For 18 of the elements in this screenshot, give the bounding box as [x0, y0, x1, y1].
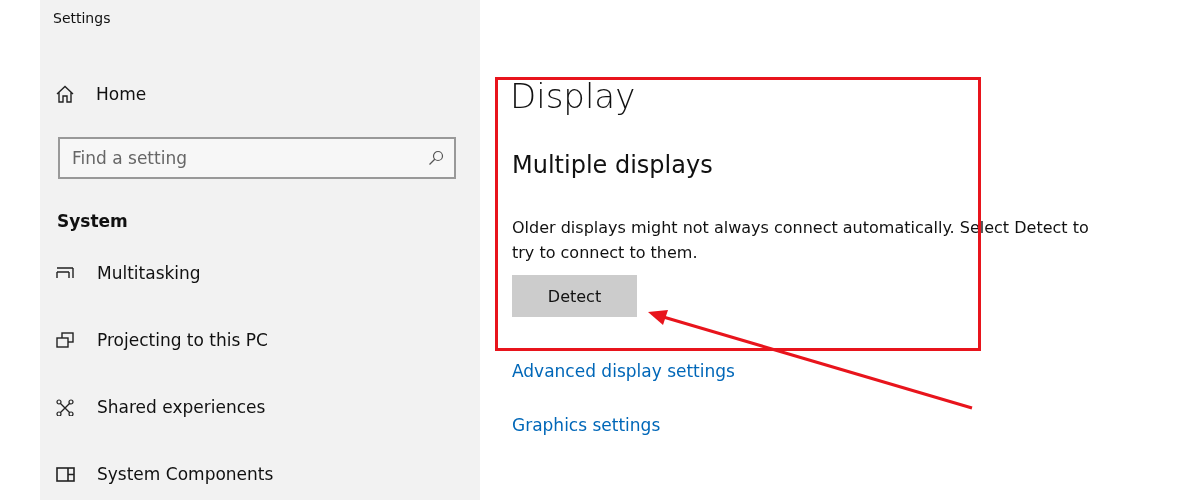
home-link[interactable]: Home	[56, 81, 480, 107]
window-panels-icon	[56, 465, 75, 483]
section-title: Multiple displays	[512, 151, 713, 179]
sidebar-item[interactable]: Shared experiences	[56, 394, 480, 420]
home-icon	[56, 85, 74, 103]
search-icon	[428, 150, 444, 166]
settings-link[interactable]: Advanced display settings	[512, 361, 735, 381]
search-field[interactable]: Find a setting	[58, 137, 456, 179]
sidebar-item[interactable]: Multitasking	[56, 260, 480, 286]
sidebar-item[interactable]: Projecting to this PC	[56, 327, 480, 353]
page-title: Display	[510, 75, 636, 118]
settings-link[interactable]: Graphics settings	[512, 415, 661, 435]
window-title: Settings	[53, 10, 112, 26]
detect-button[interactable]: Detect	[512, 275, 637, 317]
section-heading: System	[57, 211, 129, 231]
sidebar-item[interactable]: System Components	[56, 461, 480, 487]
connected-nodes-icon	[56, 398, 75, 416]
overlapping-screens-icon	[56, 331, 75, 349]
